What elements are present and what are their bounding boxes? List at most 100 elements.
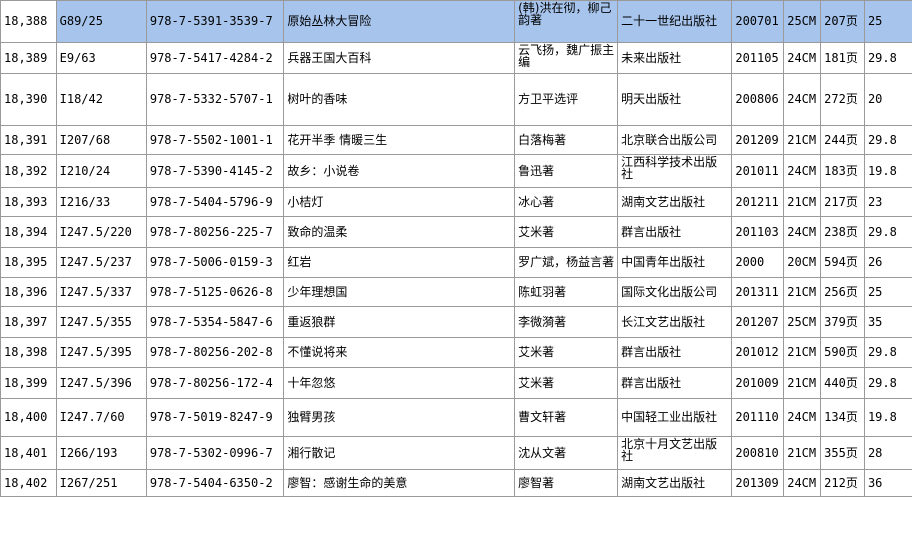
cell-price[interactable]: 23 <box>863 187 915 217</box>
cell-pub-date[interactable]: 201011 <box>731 154 785 188</box>
cell-price[interactable]: 35 <box>863 306 915 338</box>
cell-size[interactable]: 21CM <box>783 337 822 368</box>
table-row[interactable]: 18,388 G89/25 978-7-5391-3539-7 原始丛林大冒险 (韩)洪… <box>0 0 915 43</box>
cell-pages[interactable]: 594页 <box>820 247 865 278</box>
table-row[interactable]: 18,397 I247.5/355 978-7-5354-5847-6 重返狼群 李微漪… <box>0 306 915 338</box>
cell-id[interactable]: 18,401 <box>0 436 57 470</box>
cell-pub-date[interactable]: 201103 <box>731 216 785 248</box>
cell-pub-date[interactable]: 201012 <box>731 337 785 368</box>
cell-price[interactable]: 25 <box>863 0 915 43</box>
cell-size[interactable]: 24CM <box>783 469 822 497</box>
cell-publisher[interactable]: 北京十月文艺出版社 <box>617 436 733 470</box>
table-row[interactable]: 18,399 I247.5/396 978-7-80256-172-4 十年忽悠 艾米著… <box>0 367 915 399</box>
cell-call-number[interactable]: E9/63 <box>55 42 147 74</box>
cell-title[interactable]: 独臂男孩 <box>283 398 516 437</box>
cell-size[interactable]: 21CM <box>783 187 822 217</box>
cell-publisher[interactable]: 未来出版社 <box>617 42 733 74</box>
cell-price[interactable]: 26 <box>863 247 915 278</box>
cell-publisher[interactable]: 江西科学技术出版社 <box>617 154 733 188</box>
cell-size[interactable]: 21CM <box>783 277 822 307</box>
cell-price[interactable]: 29.8 <box>863 337 915 368</box>
cell-id[interactable]: 18,389 <box>0 42 57 74</box>
cell-id[interactable]: 18,396 <box>0 277 57 307</box>
cell-price[interactable]: 29.8 <box>863 216 915 248</box>
cell-size[interactable]: 24CM <box>783 398 822 437</box>
cell-isbn[interactable]: 978-7-5404-6350-2 <box>145 469 285 497</box>
table-row[interactable]: 18,393 I216/33 978-7-5404-5796-9 小桔灯 冰心著 湖南文艺… <box>0 187 915 217</box>
cell-size[interactable]: 25CM <box>783 306 822 338</box>
table-row[interactable]: 18,390 I18/42 978-7-5332-5707-1 树叶的香味 方卫平选评明… <box>0 73 915 126</box>
cell-isbn[interactable]: 978-7-80256-202-8 <box>145 337 285 368</box>
cell-isbn[interactable]: 978-7-80256-172-4 <box>145 367 285 399</box>
cell-publisher[interactable]: 明天出版社 <box>617 73 733 126</box>
cell-pub-date[interactable]: 201211 <box>731 187 785 217</box>
table-row[interactable]: 18,389 E9/63 978-7-5417-4284-2 兵器王国大百科 云飞扬，魏… <box>0 42 915 74</box>
cell-size[interactable]: 21CM <box>783 367 822 399</box>
cell-pub-date[interactable]: 201105 <box>731 42 785 74</box>
cell-id[interactable]: 18,393 <box>0 187 57 217</box>
cell-id[interactable]: 18,395 <box>0 247 57 278</box>
cell-price[interactable]: 25 <box>863 277 915 307</box>
cell-isbn[interactable]: 978-7-5354-5847-6 <box>145 306 285 338</box>
cell-publisher[interactable]: 群言出版社 <box>617 216 733 248</box>
table-row[interactable]: 18,396 I247.5/337 978-7-5125-0626-8 少年理想国 陈虹… <box>0 277 915 307</box>
cell-isbn[interactable]: 978-7-5390-4145-2 <box>145 154 285 188</box>
cell-call-number[interactable]: I247.5/395 <box>55 337 147 368</box>
cell-isbn[interactable]: 978-7-5006-0159-3 <box>145 247 285 278</box>
cell-pub-date[interactable]: 201009 <box>731 367 785 399</box>
cell-call-number[interactable]: I247.5/237 <box>55 247 147 278</box>
cell-id[interactable]: 18,388 <box>0 0 57 43</box>
cell-publisher[interactable]: 湖南文艺出版社 <box>617 187 733 217</box>
cell-size[interactable]: 24CM <box>783 154 822 188</box>
cell-title[interactable]: 湘行散记 <box>283 436 516 470</box>
cell-pages[interactable]: 355页 <box>820 436 865 470</box>
cell-id[interactable]: 18,390 <box>0 73 57 126</box>
cell-author[interactable]: 白落梅著 <box>514 125 619 155</box>
cell-isbn[interactable]: 978-7-5302-0996-7 <box>145 436 285 470</box>
cell-author[interactable]: 艾米著 <box>514 367 619 399</box>
cell-author[interactable]: 艾米著 <box>514 337 619 368</box>
table-row[interactable]: 18,392 I210/24 978-7-5390-4145-2 故乡：小说卷 鲁迅著江… <box>0 154 915 188</box>
cell-call-number[interactable]: I247.5/355 <box>55 306 147 338</box>
cell-title[interactable]: 花开半季 情暖三生 <box>283 125 516 155</box>
cell-call-number[interactable]: G89/25 <box>55 0 147 43</box>
table-row[interactable]: 18,395 I247.5/237 978-7-5006-0159-3 红岩 罗广斌，杨… <box>0 247 915 278</box>
cell-id[interactable]: 18,394 <box>0 216 57 248</box>
cell-size[interactable]: 24CM <box>783 73 822 126</box>
cell-pages[interactable]: 244页 <box>820 125 865 155</box>
cell-author[interactable]: 冰心著 <box>514 187 619 217</box>
cell-price[interactable]: 29.8 <box>863 125 915 155</box>
cell-size[interactable]: 24CM <box>783 42 822 74</box>
cell-publisher[interactable]: 长江文艺出版社 <box>617 306 733 338</box>
cell-publisher[interactable]: 北京联合出版公司 <box>617 125 733 155</box>
cell-author[interactable]: 艾米著 <box>514 216 619 248</box>
cell-pages[interactable]: 183页 <box>820 154 865 188</box>
cell-pages[interactable]: 181页 <box>820 42 865 74</box>
table-row[interactable]: 18,402 I267/251 978-7-5404-6350-2 廖智：感谢生命的美… <box>0 469 915 497</box>
cell-author[interactable]: 廖智著 <box>514 469 619 497</box>
cell-isbn[interactable]: 978-7-5417-4284-2 <box>145 42 285 74</box>
cell-title[interactable]: 原始丛林大冒险 <box>283 0 516 43</box>
cell-isbn[interactable]: 978-7-5391-3539-7 <box>145 0 285 43</box>
cell-pages[interactable]: 440页 <box>820 367 865 399</box>
cell-pages[interactable]: 134页 <box>820 398 865 437</box>
cell-title[interactable]: 兵器王国大百科 <box>283 42 516 74</box>
cell-pub-date[interactable]: 201209 <box>731 125 785 155</box>
cell-publisher[interactable]: 群言出版社 <box>617 367 733 399</box>
cell-call-number[interactable]: I18/42 <box>55 73 147 126</box>
cell-pages[interactable]: 238页 <box>820 216 865 248</box>
table-row[interactable]: 18,391 I207/68 978-7-5502-1001-1 花开半季 情暖三生白… <box>0 125 915 155</box>
cell-publisher[interactable]: 中国轻工业出版社 <box>617 398 733 437</box>
cell-pub-date[interactable]: 2000 <box>731 247 785 278</box>
cell-title[interactable]: 红岩 <box>283 247 516 278</box>
cell-size[interactable]: 24CM <box>783 216 822 248</box>
cell-call-number[interactable]: I210/24 <box>55 154 147 188</box>
cell-size[interactable]: 21CM <box>783 436 822 470</box>
cell-pub-date[interactable]: 200810 <box>731 436 785 470</box>
cell-call-number[interactable]: I247.5/220 <box>55 216 147 248</box>
cell-publisher[interactable]: 群言出版社 <box>617 337 733 368</box>
cell-pages[interactable]: 379页 <box>820 306 865 338</box>
cell-call-number[interactable]: I216/33 <box>55 187 147 217</box>
cell-pub-date[interactable]: 200806 <box>731 73 785 126</box>
cell-publisher[interactable]: 二十一世纪出版社 <box>617 0 733 43</box>
